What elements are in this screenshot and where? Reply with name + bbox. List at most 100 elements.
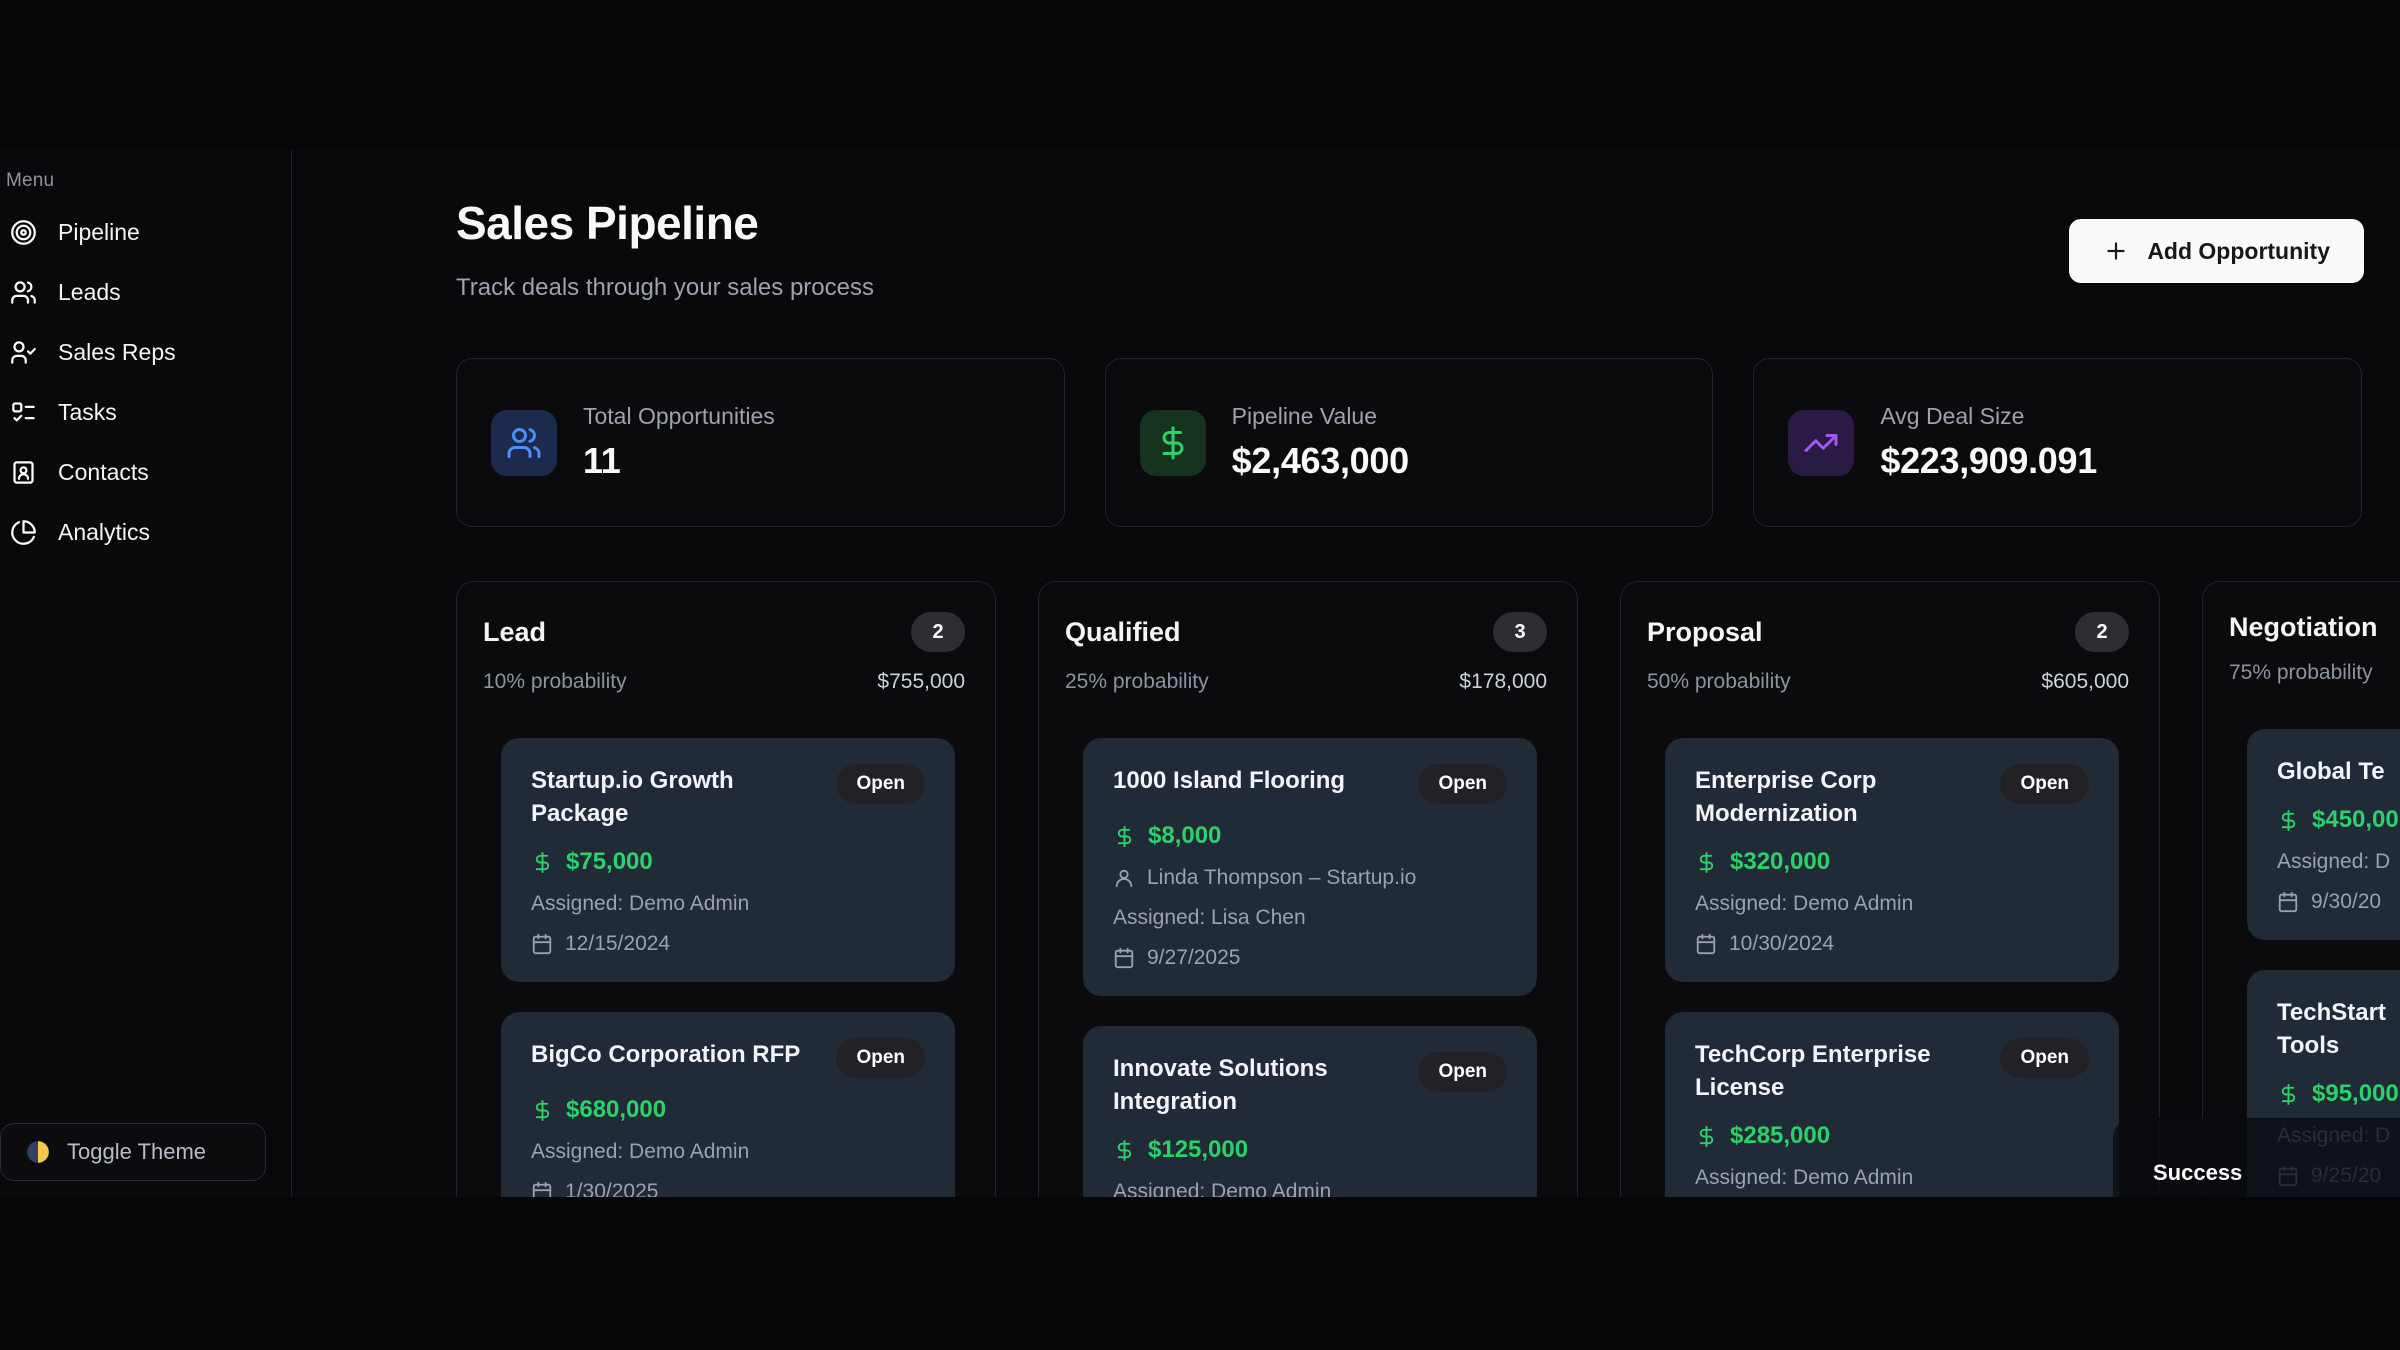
column-title: Lead	[483, 617, 546, 648]
half-moon-icon	[25, 1139, 51, 1165]
calendar-icon	[1695, 933, 1717, 955]
column-probability: 10% probability	[483, 670, 627, 694]
stat-value: $223,909.091	[1880, 440, 2097, 482]
target-icon	[6, 215, 40, 249]
deal-title: TechCorp Enterprise License	[1695, 1038, 1931, 1104]
page-header: Sales Pipeline Track deals through your …	[456, 196, 2364, 302]
column-cards: 1000 Island Flooring Open $8,000 Linda T…	[1039, 694, 1577, 1197]
deal-card[interactable]: Enterprise Corp Modernization Open $320,…	[1665, 738, 2119, 982]
stat-card-total-opportunities: Total Opportunities 11	[456, 358, 1065, 527]
checklist-icon	[6, 395, 40, 429]
deal-card[interactable]: BigCo Corporation RFP Open $680,000 Assi…	[501, 1012, 955, 1197]
dollar-icon	[1113, 825, 1136, 848]
calendar-icon	[531, 1181, 553, 1197]
deal-title: Startup.io Growth Package	[531, 764, 824, 830]
sidebar-item-contacts[interactable]: Contacts	[6, 450, 291, 494]
add-opportunity-label: Add Opportunity	[2147, 238, 2330, 265]
stat-card-avg-deal-size: Avg Deal Size $223,909.091	[1753, 358, 2362, 527]
deal-amount: $75,000	[531, 848, 925, 876]
deal-title: Innovate Solutions Integration	[1113, 1052, 1328, 1118]
deal-card[interactable]: Global Te $450,00 Assigned: D 9/30/20	[2247, 729, 2400, 940]
deal-title: 1000 Island Flooring	[1113, 764, 1345, 797]
dollar-icon	[1140, 410, 1206, 476]
column-title: Qualified	[1065, 617, 1181, 648]
users-icon	[6, 275, 40, 309]
sidebar-item-pipeline[interactable]: Pipeline	[6, 210, 291, 254]
app-window: Menu Pipeline Leads	[0, 150, 2400, 1197]
deal-card[interactable]: Innovate Solutions Integration Open $125…	[1083, 1026, 1537, 1197]
deal-assigned: Assigned: Demo Admin	[1695, 892, 2089, 916]
deal-amount: $285,000	[1695, 1122, 2089, 1150]
sidebar-item-tasks[interactable]: Tasks	[6, 390, 291, 434]
column-probability: 50% probability	[1647, 670, 1791, 694]
deal-date: 1/30/2025	[531, 1180, 925, 1197]
sidebar-item-analytics[interactable]: Analytics	[6, 510, 291, 554]
main-content: Sales Pipeline Track deals through your …	[292, 150, 2400, 1197]
sidebar-item-label: Tasks	[58, 399, 117, 426]
status-badge: Open	[836, 1038, 925, 1078]
deal-assigned: Assigned: D	[2277, 850, 2400, 874]
dollar-icon	[531, 1099, 554, 1122]
stat-label: Total Opportunities	[583, 403, 775, 430]
deal-amount: $8,000	[1113, 822, 1507, 850]
toggle-theme-button[interactable]: Toggle Theme	[0, 1123, 266, 1181]
deal-card[interactable]: TechCorp Enterprise License Open $285,00…	[1665, 1012, 2119, 1197]
column-probability: 75% probability	[2229, 661, 2373, 685]
deal-assigned: Assigned: Demo Admin	[1695, 1166, 2089, 1190]
column-count-badge: 3	[1493, 612, 1547, 652]
column-probability: 25% probability	[1065, 670, 1209, 694]
pie-chart-icon	[6, 515, 40, 549]
sidebar-item-label: Leads	[58, 279, 121, 306]
user-check-icon	[6, 335, 40, 369]
kanban-column-negotiation: Negotiation 75% probability Global Te	[2202, 581, 2400, 1197]
status-badge: Open	[1418, 764, 1507, 804]
deal-title: Enterprise Corp Modernization	[1695, 764, 1876, 830]
deal-title: Global Te	[2277, 755, 2385, 788]
sidebar: Menu Pipeline Leads	[0, 150, 292, 1197]
column-count-badge: 2	[911, 612, 965, 652]
trending-up-icon	[1788, 410, 1854, 476]
kanban-board: Lead 2 10% probability $755,000 Startup.…	[456, 581, 2400, 1197]
deal-amount: $680,000	[531, 1096, 925, 1124]
kanban-column-qualified: Qualified 3 25% probability $178,000 100…	[1038, 581, 1578, 1197]
dollar-icon	[2277, 809, 2300, 832]
column-cards: Enterprise Corp Modernization Open $320,…	[1621, 694, 2159, 1197]
column-header: Lead 2 10% probability $755,000	[457, 582, 995, 694]
kanban-column-proposal: Proposal 2 50% probability $605,000 Ente…	[1620, 581, 2160, 1197]
page-subtitle: Track deals through your sales process	[456, 274, 874, 302]
sidebar-item-label: Sales Reps	[58, 339, 176, 366]
column-header: Proposal 2 50% probability $605,000	[1621, 582, 2159, 694]
deal-card[interactable]: Startup.io Growth Package Open $75,000 A…	[501, 738, 955, 982]
calendar-icon	[1113, 947, 1135, 969]
toggle-theme-label: Toggle Theme	[67, 1139, 206, 1165]
deal-amount: $320,000	[1695, 848, 2089, 876]
deal-amount: $125,000	[1113, 1136, 1507, 1164]
deal-assigned: Assigned: Demo Admin	[531, 892, 925, 916]
deal-date: 10/30/2024	[1695, 932, 2089, 956]
column-count-badge: 2	[2075, 612, 2129, 652]
stat-label: Avg Deal Size	[1880, 403, 2097, 430]
sidebar-item-label: Contacts	[58, 459, 149, 486]
sidebar-nav: Pipeline Leads Sales Reps	[6, 210, 291, 554]
sidebar-section-label: Menu	[6, 170, 291, 192]
sidebar-item-sales-reps[interactable]: Sales Reps	[6, 330, 291, 374]
deal-title: TechStart Tools	[2277, 996, 2386, 1062]
deal-date: 9/30/20	[2277, 890, 2400, 914]
toast-title: Success	[2153, 1160, 2400, 1186]
add-opportunity-button[interactable]: Add Opportunity	[2069, 219, 2364, 283]
page-title: Sales Pipeline	[456, 196, 874, 250]
stat-value: 11	[583, 440, 775, 482]
sidebar-item-leads[interactable]: Leads	[6, 270, 291, 314]
sidebar-item-label: Analytics	[58, 519, 150, 546]
deal-date: 12/15/2024	[531, 932, 925, 956]
calendar-icon	[531, 933, 553, 955]
stat-label: Pipeline Value	[1232, 403, 1409, 430]
plus-icon	[2103, 238, 2129, 264]
status-badge: Open	[1418, 1052, 1507, 1092]
deal-assigned: Assigned: Demo Admin	[1113, 1180, 1507, 1197]
deal-date: 9/27/2025	[1113, 946, 1507, 970]
deal-card[interactable]: 1000 Island Flooring Open $8,000 Linda T…	[1083, 738, 1537, 996]
column-header: Negotiation 75% probability	[2203, 582, 2400, 685]
success-toast: Success	[2113, 1118, 2400, 1197]
column-header: Qualified 3 25% probability $178,000	[1039, 582, 1577, 694]
